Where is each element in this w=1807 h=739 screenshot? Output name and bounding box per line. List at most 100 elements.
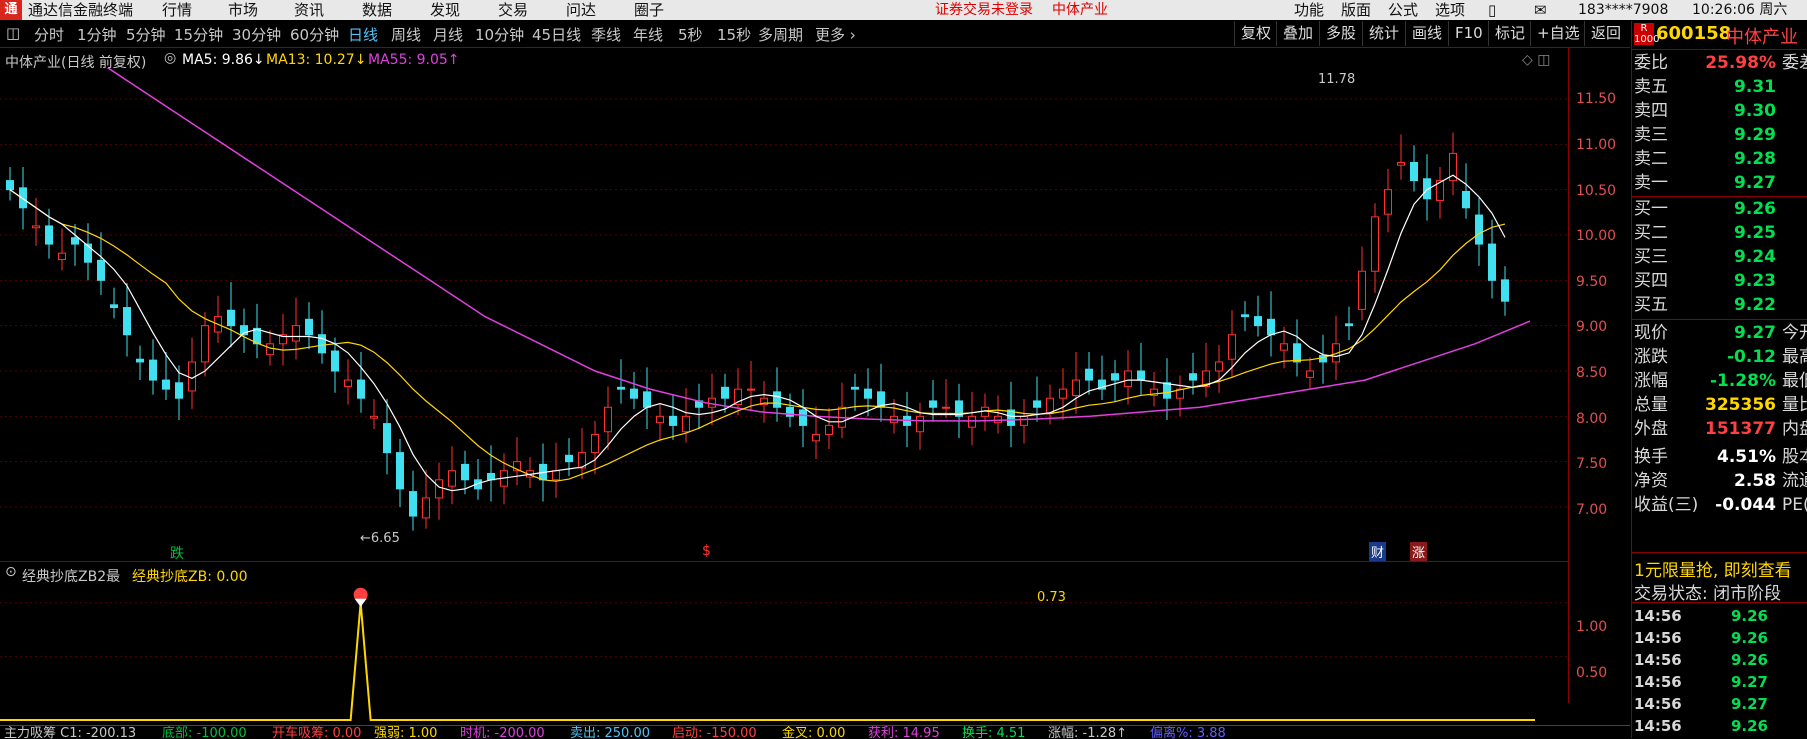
- chart-settings-icon[interactable]: ◎: [164, 50, 176, 66]
- bid-row[interactable]: 买五 9.22: [1632, 293, 1807, 317]
- candle-body[interactable]: [1228, 334, 1236, 360]
- ask-row[interactable]: 卖四 9.30: [1632, 99, 1807, 123]
- candle-body[interactable]: [669, 415, 677, 426]
- candle-body[interactable]: [71, 237, 79, 245]
- menu-item-market[interactable]: 市场: [228, 0, 258, 20]
- period-45day[interactable]: 45日线: [532, 24, 581, 45]
- period-1min[interactable]: 1分钟: [77, 24, 117, 45]
- candle-body[interactable]: [1306, 370, 1314, 378]
- period-15sec[interactable]: 15秒: [717, 24, 751, 45]
- period-60min[interactable]: 60分钟: [290, 24, 339, 45]
- candle-body[interactable]: [643, 391, 651, 408]
- candle-body[interactable]: [799, 409, 807, 426]
- menu-item-data[interactable]: 数据: [362, 0, 392, 20]
- candle-body[interactable]: [1410, 161, 1418, 182]
- candle-body[interactable]: [864, 388, 872, 399]
- candle-body[interactable]: [825, 424, 833, 435]
- candle-body[interactable]: [1215, 361, 1223, 372]
- period-monthly[interactable]: 月线: [433, 24, 463, 45]
- period-daily[interactable]: 日线: [348, 24, 378, 45]
- candle-body[interactable]: [682, 415, 690, 433]
- candle-body[interactable]: [604, 406, 612, 433]
- candle-body[interactable]: [227, 309, 235, 327]
- menu-item-options[interactable]: 选项: [1435, 0, 1465, 20]
- menu-item-discover[interactable]: 发现: [430, 0, 460, 20]
- event-mark-fall[interactable]: 跌: [170, 543, 184, 563]
- candle-body[interactable]: [344, 379, 352, 387]
- candle-body[interactable]: [1241, 314, 1249, 318]
- period-quarterly[interactable]: 季线: [591, 24, 621, 45]
- period-more[interactable]: 更多 ›: [815, 24, 856, 45]
- bid-row[interactable]: 买四 9.23: [1632, 269, 1807, 293]
- period-5min[interactable]: 5分钟: [126, 24, 166, 45]
- menu-item-ask[interactable]: 问达: [566, 0, 596, 20]
- candle-body[interactable]: [305, 318, 313, 336]
- candle-body[interactable]: [123, 307, 131, 336]
- candle-body[interactable]: [422, 497, 430, 519]
- kline-chart[interactable]: [0, 68, 1570, 558]
- candle-body[interactable]: [6, 180, 14, 191]
- phone-icon[interactable]: ▯: [1488, 0, 1496, 20]
- bid-row[interactable]: 买三 9.24: [1632, 245, 1807, 269]
- ask-row[interactable]: 卖五 9.31: [1632, 75, 1807, 99]
- menu-item-layout[interactable]: 版面: [1341, 0, 1371, 20]
- candle-body[interactable]: [721, 386, 729, 399]
- candle-body[interactable]: [773, 391, 781, 408]
- ask-row[interactable]: 卖二 9.28: [1632, 147, 1807, 171]
- chart-expand-icon[interactable]: ◇ ◫: [1522, 52, 1550, 68]
- candle-body[interactable]: [1280, 343, 1288, 351]
- candle-body[interactable]: [435, 479, 443, 499]
- candle-body[interactable]: [942, 406, 950, 409]
- candle-body[interactable]: [1163, 382, 1171, 399]
- mark-button[interactable]: 标记: [1488, 21, 1531, 46]
- menu-item-news[interactable]: 资讯: [294, 0, 324, 20]
- candle-body[interactable]: [812, 433, 820, 442]
- candle-body[interactable]: [149, 359, 157, 381]
- ask-row[interactable]: 卖三 9.29: [1632, 123, 1807, 147]
- candle-body[interactable]: [1475, 214, 1483, 245]
- candle-body[interactable]: [409, 491, 417, 517]
- candle-body[interactable]: [1085, 368, 1093, 381]
- ask-row[interactable]: 卖一 9.27: [1632, 171, 1807, 195]
- candle-body[interactable]: [747, 388, 755, 391]
- period-5sec[interactable]: 5秒: [678, 24, 703, 45]
- candle-body[interactable]: [448, 470, 456, 487]
- candle-body[interactable]: [1293, 343, 1301, 363]
- candle-body[interactable]: [461, 463, 469, 481]
- multi-stock-button[interactable]: 多股: [1319, 21, 1362, 46]
- event-mark-rise[interactable]: 涨: [1410, 542, 1428, 561]
- candle-body[interactable]: [201, 325, 209, 363]
- bid-row[interactable]: 买一 9.26: [1632, 197, 1807, 221]
- draw-line-button[interactable]: 画线: [1405, 21, 1448, 46]
- candle-body[interactable]: [1501, 279, 1509, 302]
- candle-body[interactable]: [110, 304, 118, 309]
- candle-body[interactable]: [1267, 318, 1275, 336]
- event-mark-dollar[interactable]: $: [702, 543, 711, 559]
- candle-body[interactable]: [45, 225, 53, 245]
- candle-body[interactable]: [357, 379, 365, 399]
- candle-body[interactable]: [1358, 270, 1366, 310]
- indicator-chart[interactable]: [0, 580, 1568, 725]
- candle-body[interactable]: [1189, 373, 1197, 381]
- candle-body[interactable]: [136, 358, 144, 363]
- period-10min[interactable]: 10分钟: [475, 24, 524, 45]
- period-minute[interactable]: 分时: [34, 24, 64, 45]
- menu-item-formula[interactable]: 公式: [1388, 0, 1418, 20]
- statistics-button[interactable]: 统计: [1362, 21, 1405, 46]
- event-mark-finance[interactable]: 财: [1369, 542, 1387, 561]
- add-favorite-button[interactable]: +自选: [1530, 21, 1586, 46]
- period-multi[interactable]: 多周期: [758, 24, 803, 45]
- candle-body[interactable]: [266, 343, 274, 356]
- candle-body[interactable]: [1345, 323, 1353, 327]
- overlay-button[interactable]: 叠加: [1276, 21, 1319, 46]
- user-phone[interactable]: 183****7908: [1578, 0, 1668, 20]
- panel-toggle-icon[interactable]: ◫: [6, 24, 20, 42]
- menu-item-trade[interactable]: 交易: [498, 0, 528, 20]
- candle-body[interactable]: [1488, 243, 1496, 281]
- candle-body[interactable]: [1072, 379, 1080, 396]
- candle-body[interactable]: [1020, 415, 1028, 426]
- candle-body[interactable]: [656, 415, 664, 424]
- candle-body[interactable]: [1137, 370, 1145, 381]
- candle-body[interactable]: [617, 386, 625, 390]
- candle-body[interactable]: [370, 415, 378, 419]
